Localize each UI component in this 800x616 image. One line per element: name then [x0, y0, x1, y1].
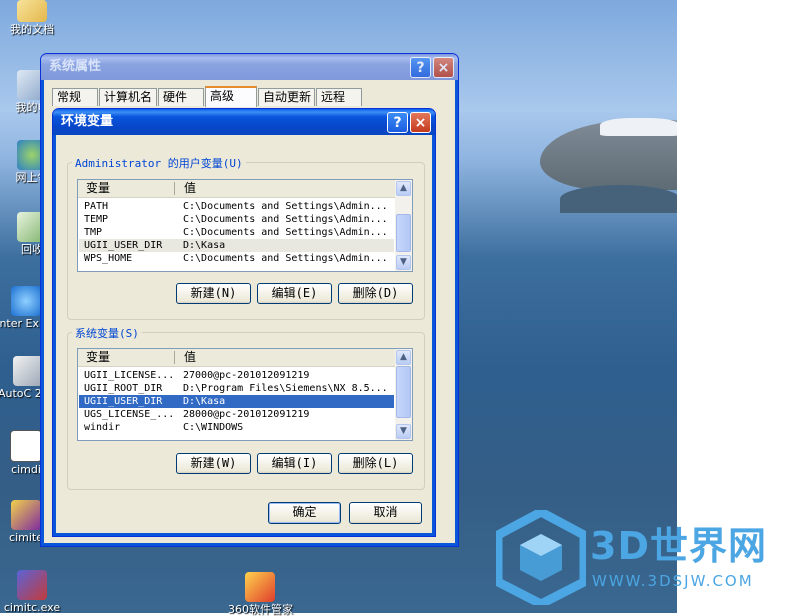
list-row[interactable]: TMP C:\Documents and Settings\Admin... — [79, 226, 394, 239]
watermark: 3D世界网 WWW.3DSJW.COM — [496, 510, 796, 610]
variable-name: UGII_LICENSE... — [84, 370, 175, 381]
list-row[interactable]: UGS_LICENSE_... 28000@pc-201012091219 — [79, 408, 394, 421]
variable-value: C:\Documents and Settings\Admin... — [183, 253, 388, 264]
close-button[interactable]: × — [433, 57, 454, 78]
environment-variables-dialog: 环境变量 ? × Administrator 的用户变量(U) 变量 值 PAT… — [52, 108, 436, 537]
user-delete-button[interactable]: 删除(D) — [338, 283, 413, 304]
variable-value: 27000@pc-201012091219 — [183, 370, 310, 381]
cancel-button[interactable]: 取消 — [349, 502, 422, 524]
shortcut-icon — [10, 430, 42, 462]
variable-name: UGII_USER_DIR — [84, 240, 163, 251]
user-edit-button[interactable]: 编辑(E) — [257, 283, 332, 304]
variable-name: UGS_LICENSE_... — [84, 409, 175, 420]
list-header: 变量 值 — [78, 180, 395, 198]
desktop-icon-label: 我的文档 — [10, 23, 54, 36]
user-variables-label: Administrator 的用户变量(U) — [72, 155, 246, 171]
scroll-up-arrow-icon[interactable]: ▲ — [396, 350, 411, 365]
watermark-url: WWW.3DSJW.COM — [592, 572, 754, 590]
help-button[interactable]: ? — [387, 112, 408, 133]
wallpaper-houses — [600, 118, 677, 136]
scroll-down-arrow-icon[interactable]: ▼ — [396, 424, 411, 439]
column-header-value[interactable]: 值 — [176, 349, 196, 366]
360-icon — [245, 572, 275, 602]
tab-hardware[interactable]: 硬件 — [158, 88, 204, 106]
dialog-title: 环境变量 — [61, 114, 114, 129]
variable-value: C:\WINDOWS — [183, 422, 244, 433]
list-row-selected[interactable]: UGII_USER_DIR D:\Kasa — [79, 395, 394, 408]
variable-name: windir — [84, 422, 121, 433]
list-row[interactable]: windir C:\WINDOWS — [79, 421, 394, 434]
tab-automatic-updates[interactable]: 自动更新 — [258, 88, 315, 106]
variable-name: TEMP — [84, 214, 109, 225]
desktop-icon-label: 360软件管家 — [228, 603, 293, 616]
system-new-button[interactable]: 新建(W) — [176, 453, 251, 474]
column-header-value[interactable]: 值 — [176, 180, 196, 197]
system-delete-button[interactable]: 删除(L) — [338, 453, 413, 474]
system-variables-label: 系统变量(S) — [72, 325, 142, 341]
wallpaper-island — [560, 185, 677, 213]
app-icon — [17, 570, 47, 600]
scroll-thumb[interactable] — [396, 214, 411, 252]
variable-name: PATH — [84, 201, 109, 212]
list-row[interactable]: UGII_LICENSE... 27000@pc-201012091219 — [79, 369, 394, 382]
internet-explorer-icon — [11, 286, 41, 316]
window-title: 系统属性 — [49, 59, 102, 74]
tab-general[interactable]: 常规 — [52, 88, 98, 106]
scroll-down-arrow-icon[interactable]: ▼ — [396, 255, 411, 270]
vertical-scrollbar[interactable]: ▲ ▼ — [395, 349, 412, 440]
desktop-icon-cimitc[interactable]: cimitc.exe — [2, 570, 62, 614]
list-row[interactable]: UGII_USER_DIR D:\Kasa — [79, 239, 394, 252]
close-button[interactable]: × — [410, 112, 431, 133]
list-header: 变量 值 — [78, 349, 395, 367]
desktop-icon-360-software-manager[interactable]: 360软件管家 — [228, 572, 293, 616]
autocad-icon — [13, 356, 43, 386]
variable-name: UGII_ROOT_DIR — [84, 383, 163, 394]
list-row[interactable]: PATH C:\Documents and Settings\Admin... — [79, 200, 394, 213]
vertical-scrollbar[interactable]: ▲ ▼ — [395, 180, 412, 271]
list-row[interactable]: TEMP C:\Documents and Settings\Admin... — [79, 213, 394, 226]
desktop-icon-my-documents[interactable]: 我的文档 — [2, 0, 62, 36]
tab-remote[interactable]: 远程 — [316, 88, 362, 106]
tab-computer-name[interactable]: 计算机名 — [99, 88, 157, 106]
user-new-button[interactable]: 新建(N) — [176, 283, 251, 304]
help-button[interactable]: ? — [410, 57, 431, 78]
variable-value: D:\Kasa — [183, 396, 226, 407]
variable-value: 28000@pc-201012091219 — [183, 409, 310, 420]
variable-value: D:\Kasa — [183, 240, 226, 251]
desktop-icon-label: cimitc.exe — [3, 601, 61, 614]
variable-value: C:\Documents and Settings\Admin... — [183, 214, 388, 225]
scroll-thumb[interactable] — [396, 366, 411, 418]
variable-name: TMP — [84, 227, 103, 238]
column-header-variable[interactable]: 变量 — [78, 180, 110, 197]
column-separator[interactable] — [174, 351, 175, 364]
system-variables-list[interactable]: 变量 值 UGII_LICENSE... 27000@pc-2010120912… — [77, 348, 413, 441]
variable-name: UGII_USER_DIR — [84, 396, 163, 407]
cube-logo-icon — [496, 510, 586, 605]
tab-advanced[interactable]: 高级 — [205, 86, 257, 107]
ok-button[interactable]: 确定 — [268, 502, 341, 524]
list-row[interactable]: WPS_HOME C:\Documents and Settings\Admin… — [79, 252, 394, 265]
environment-variables-titlebar[interactable]: 环境变量 — [53, 109, 435, 135]
scroll-up-arrow-icon[interactable]: ▲ — [396, 181, 411, 196]
folder-icon — [17, 0, 47, 22]
variable-value: C:\Documents and Settings\Admin... — [183, 227, 388, 238]
system-edit-button[interactable]: 编辑(I) — [257, 453, 332, 474]
user-variables-list[interactable]: 变量 值 PATH C:\Documents and Settings\Admi… — [77, 179, 413, 272]
variable-value: C:\Documents and Settings\Admin... — [183, 201, 388, 212]
app-icon — [11, 500, 41, 530]
column-separator[interactable] — [174, 182, 175, 195]
watermark-title: 3D世界网 — [590, 524, 767, 568]
column-header-variable[interactable]: 变量 — [78, 349, 110, 366]
variable-value: D:\Program Files\Siemens\NX 8.5... — [183, 383, 388, 394]
list-row[interactable]: UGII_ROOT_DIR D:\Program Files\Siemens\N… — [79, 382, 394, 395]
system-properties-titlebar[interactable]: 系统属性 — [41, 54, 458, 80]
variable-name: WPS_HOME — [84, 253, 133, 264]
